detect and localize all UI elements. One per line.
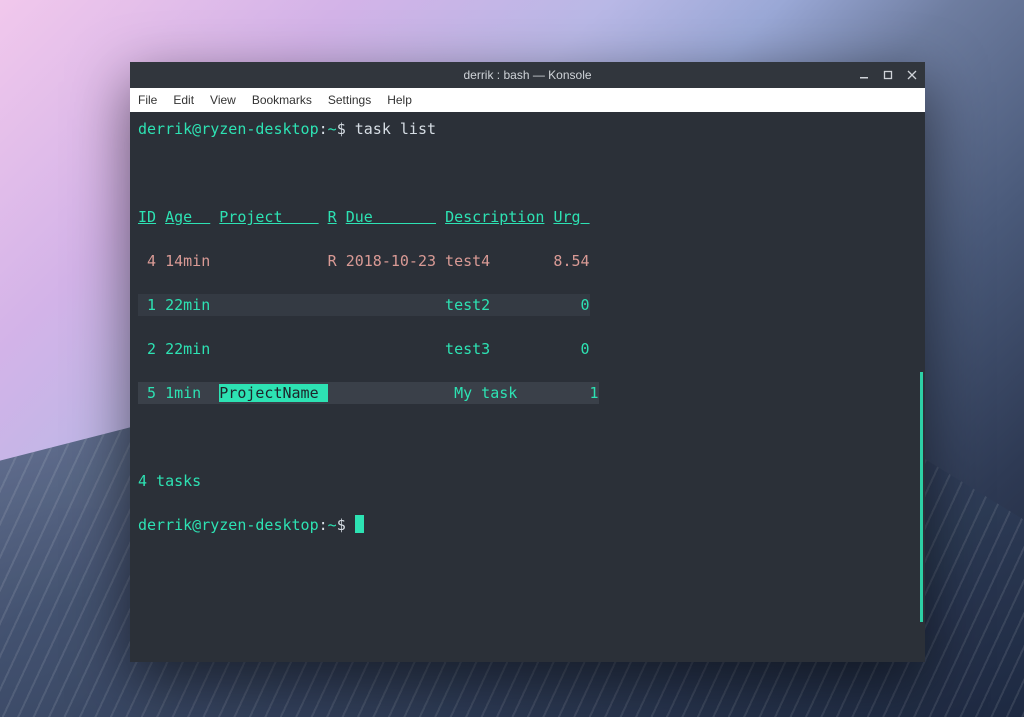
terminal-viewport[interactable]: derrik@ryzen-desktop:~$ task list ID Age… [130, 112, 925, 662]
menu-bookmarks[interactable]: Bookmarks [252, 93, 312, 107]
menu-edit[interactable]: Edit [173, 93, 194, 107]
maximize-button[interactable] [881, 68, 895, 82]
table-row: 1 22min test2 0 [138, 294, 917, 316]
table-row: 4 14min R 2018-10-23 test4 8.54 [138, 250, 917, 272]
menu-settings[interactable]: Settings [328, 93, 371, 107]
menu-help[interactable]: Help [387, 93, 412, 107]
command-text: task list [355, 120, 436, 138]
col-urg: Urg [553, 208, 589, 226]
table-header: ID Age Project R Due Description Urg [138, 206, 917, 228]
window-titlebar[interactable]: derrik : bash — Konsole [130, 62, 925, 88]
minimize-button[interactable] [857, 68, 871, 82]
menubar: File Edit View Bookmarks Settings Help [130, 88, 925, 112]
menu-file[interactable]: File [138, 93, 157, 107]
terminal-scrollbar[interactable] [920, 372, 923, 622]
col-r: R [328, 208, 337, 226]
prompt-user-host: derrik@ryzen-desktop [138, 120, 319, 138]
blank-line [138, 426, 917, 448]
project-highlight: ProjectName [219, 384, 327, 402]
blank-line [138, 162, 917, 184]
table-row: 2 22min test3 0 [138, 338, 917, 360]
prompt-line-2: derrik@ryzen-desktop:~$ [138, 514, 917, 536]
prompt-symbol: $ [337, 120, 346, 138]
prompt-line-1: derrik@ryzen-desktop:~$ task list [138, 118, 917, 140]
col-due: Due [346, 208, 436, 226]
window-title: derrik : bash — Konsole [463, 68, 591, 82]
col-age: Age [165, 208, 210, 226]
table-row: 5 1min ProjectName My task 1 [138, 382, 917, 404]
prompt-separator: : [319, 120, 328, 138]
menu-view[interactable]: View [210, 93, 236, 107]
col-description: Description [445, 208, 544, 226]
summary-line: 4 tasks [138, 470, 917, 492]
col-project: Project [219, 208, 318, 226]
col-id: ID [138, 208, 156, 226]
window-controls [857, 62, 919, 88]
konsole-window: derrik : bash — Konsole File Edit View B… [130, 62, 925, 662]
cursor-icon [355, 515, 364, 533]
prompt-path: ~ [328, 120, 337, 138]
close-button[interactable] [905, 68, 919, 82]
